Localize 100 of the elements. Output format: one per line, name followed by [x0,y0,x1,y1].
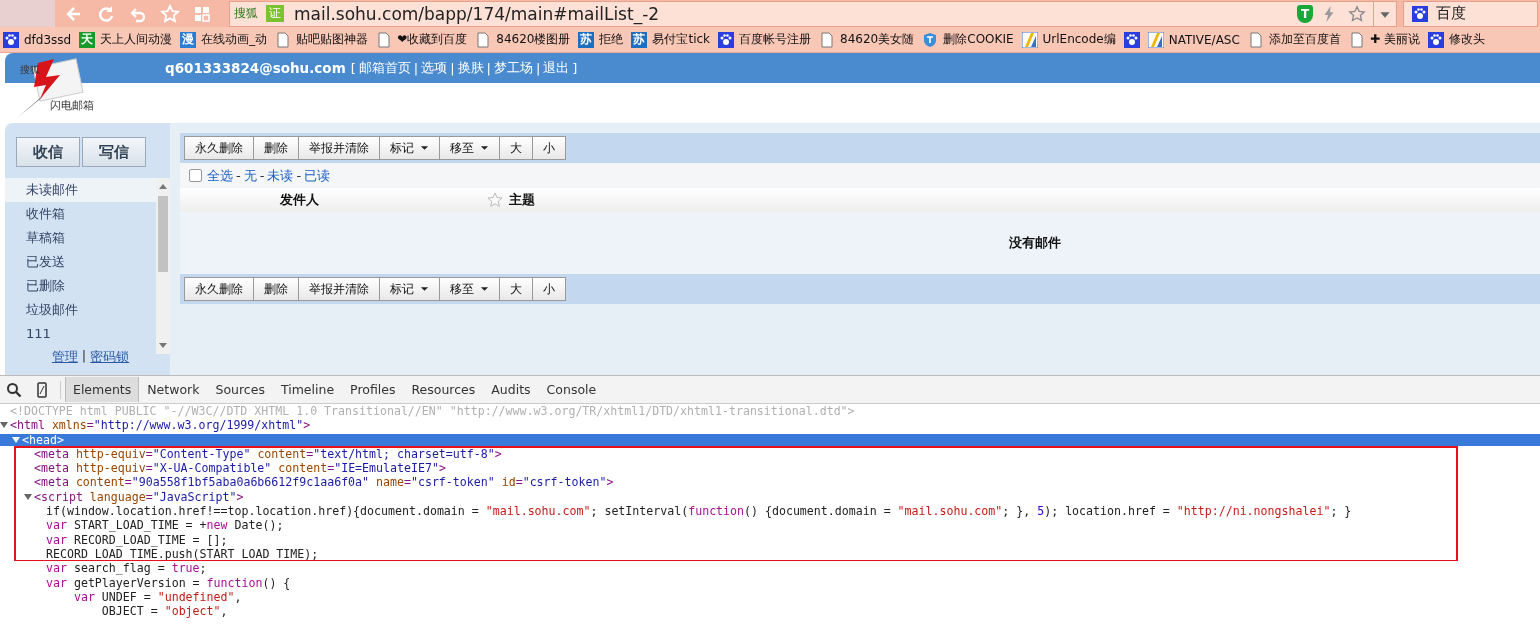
expand-triangle-icon[interactable] [24,492,32,501]
address-bar[interactable]: 搜狐 证 mail.sohu.com/bapp/174/main#mailList_-2 T [229,0,1397,27]
toolbar-button[interactable]: 移至 [439,277,500,301]
shield-icon[interactable] [922,31,939,48]
folder-item[interactable]: 已发送 [5,250,156,274]
toolbar-button[interactable]: 大 [499,277,533,301]
toolbar-button[interactable]: 删除 [253,136,299,160]
devtools-tab[interactable]: Sources [207,377,273,402]
column-title[interactable]: 主题 [509,191,535,209]
code-line[interactable]: <meta content="90a558f1bf5aba0a6b6612f9c1aa6f0a" name="csrf-token" id="csrf-token"> [0,476,614,489]
toolbar-button[interactable]: 小 [532,277,566,301]
code-line[interactable]: var getPlayerVersion = function() { [0,576,291,589]
devtools-tab[interactable]: Resources [403,377,484,402]
header-link[interactable]: 邮箱首页 [358,59,411,77]
column-title[interactable]: 发件人 [280,191,319,209]
bookmark-badge[interactable]: 漫 [180,31,197,48]
bookmark-link[interactable]: 84620美女随 [840,31,915,48]
flag-icon[interactable] [1021,31,1038,48]
star-icon[interactable] [1348,4,1366,23]
paw-icon[interactable] [1123,31,1140,48]
page-icon[interactable] [819,31,836,48]
toolbar-button[interactable]: 删除 [253,277,299,301]
bookmark-link[interactable]: 贴吧贴图神器 [296,31,369,48]
mail-button[interactable]: 写信 [82,137,146,167]
scrollbar[interactable] [156,178,170,354]
folder-item[interactable]: 草稿箱 [5,226,156,250]
toolbar-button[interactable]: 移至 [439,136,500,160]
select-link[interactable]: 无 [243,166,257,185]
bookmark-link[interactable]: dfd3ssd [24,32,72,47]
toolbar-button[interactable]: 举报并清除 [298,277,380,301]
code-line[interactable]: <html xmlns="http://www.w3.org/1999/xhtml"> [0,419,311,432]
header-link[interactable]: 换肤 [457,59,484,77]
code-line[interactable]: <script language="JavaScript"> [0,490,244,503]
bookmark-link[interactable]: 在线动画_动 [201,31,268,48]
bookmark-badge[interactable]: 苏 [631,31,648,48]
bookmark-link[interactable]: NATIVE/ASC [1168,32,1240,47]
bookmark-badge[interactable]: 天 [79,31,96,48]
code-line[interactable]: var START_LOAD_TIME = +new Date(); [0,519,284,532]
bookmark-badge[interactable]: 苏 [578,31,595,48]
star-icon[interactable] [487,192,503,208]
code-line[interactable]: <meta http-equiv="X-UA-Compatible" content="IE=EmulateIE7"> [0,462,446,475]
paw-icon[interactable] [718,31,735,48]
bookmark-link[interactable]: 拒绝 [599,31,624,48]
devtools-tab[interactable]: Audits [483,377,539,402]
search-field[interactable]: 百度 [1403,0,1538,27]
folder-item[interactable]: 未读邮件 [5,178,156,202]
toolbar-button[interactable]: 永久删除 [184,277,254,301]
bookmark-link[interactable]: ✚ 美丽说 [1369,31,1420,48]
paw-icon[interactable] [1427,31,1444,48]
toolbar-button[interactable]: 标记 [379,136,440,160]
devtools-tab[interactable]: Profiles [342,377,404,402]
toolbar-button[interactable]: 小 [532,136,566,160]
devtools-tab[interactable]: Elements [65,377,140,402]
phone-icon[interactable] [34,381,50,398]
code-line[interactable]: <meta http-equiv="Content-Type" content="text/html; charset=utf-8"> [0,447,502,460]
expand-triangle-icon[interactable] [12,435,20,444]
sidebar-link[interactable]: 密码锁 [90,348,130,366]
toolbar-button[interactable]: 标记 [379,277,440,301]
bookmark-link[interactable]: ❤收藏到百度 [397,31,468,48]
page-icon[interactable] [376,31,393,48]
toolbar-button[interactable]: 永久删除 [184,136,254,160]
code-line[interactable]: if(window.location.href!==top.location.href){document.domain = "mail.sohu.com"; setInterval(function() {document.domain = "mail.sohu.com"; }, 5); location.href = "http://ni.nongshalei"; } [0,505,1352,518]
folder-item[interactable]: 收件箱 [5,202,156,226]
paw-icon[interactable] [3,31,19,48]
code-line[interactable]: var search_flag = true; [0,562,207,575]
sidebar-link[interactable]: 管理 [51,348,78,366]
bookmark-link[interactable]: 84620楼图册 [496,31,571,48]
toolbar-button[interactable]: 大 [499,136,533,160]
flag-icon[interactable] [1147,31,1164,48]
devtools-tab[interactable]: Network [139,377,208,402]
devtools-tab[interactable]: Timeline [272,377,343,402]
page-icon[interactable] [1247,31,1264,48]
folder-item[interactable]: 已删除 [5,274,156,298]
bookmark-link[interactable]: 百度帐号注册 [739,31,812,48]
bookmark-link[interactable]: 易付宝tick [652,31,711,48]
bookmark-link[interactable]: UrlEncode编 [1042,31,1116,48]
devtools-tab[interactable]: Console [538,377,605,402]
expand-triangle-icon[interactable] [0,421,8,430]
bookmark-link[interactable]: 天上人间动漫 [100,31,173,48]
toolbar-button[interactable]: 举报并清除 [298,136,380,160]
code-line[interactable]: OBJECT = "object", [0,605,228,618]
folder-item[interactable]: 111 [5,322,156,346]
bookmark-link[interactable]: 删除COOKIE [943,31,1014,48]
code-line[interactable]: var UNDEF = "undefined", [0,590,242,603]
mail-button[interactable]: 收信 [16,137,80,167]
select-link[interactable]: 已读 [304,166,331,185]
page-icon[interactable] [1348,31,1365,48]
code-line[interactable]: var RECORD_LOAD_TIME = []; [0,533,228,546]
bookmark-link[interactable]: 添加至百度首 [1268,31,1341,48]
search-icon[interactable] [6,381,22,398]
header-link[interactable]: 退出 [543,59,570,77]
code-line[interactable]: RECORD_LOAD_TIME.push(START_LOAD_TIME); [0,547,319,560]
select-link[interactable]: 全选 [207,166,233,185]
bookmark-link[interactable]: 修改头 [1448,31,1485,48]
header-link[interactable]: 选项 [421,59,448,77]
folder-item[interactable]: 垃圾邮件 [5,298,156,322]
checkbox[interactable] [189,169,202,182]
page-icon[interactable] [475,31,492,48]
select-link[interactable]: 未读 [267,166,294,185]
header-link[interactable]: 梦工场 [493,59,533,77]
